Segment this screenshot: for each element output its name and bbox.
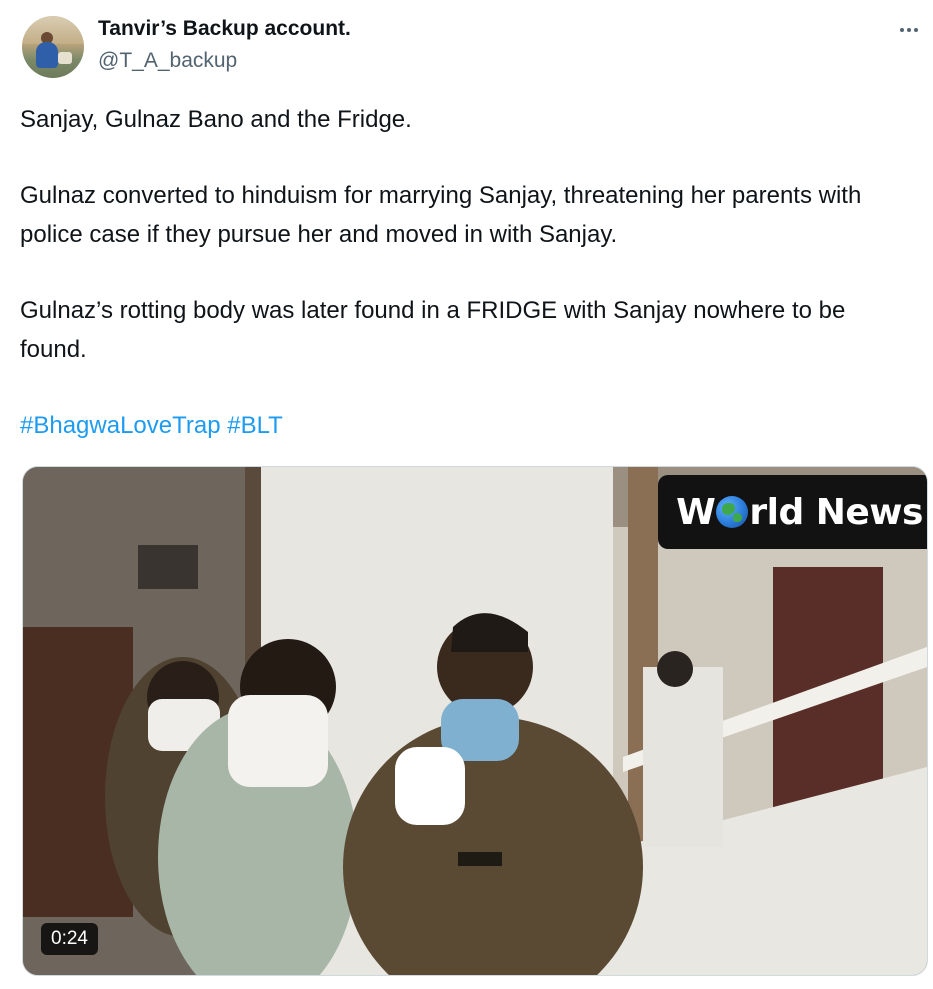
avatar-person-body <box>36 42 58 68</box>
tweet-paragraph: Gulnaz converted to hinduism for marryin… <box>20 182 862 248</box>
watermark-text-prefix: W <box>676 491 716 533</box>
author-avatar[interactable] <box>22 16 84 78</box>
tweet-paragraph: Sanjay, Gulnaz Bano and the Fridge. <box>20 106 412 133</box>
globe-icon <box>716 496 749 528</box>
video-player[interactable]: Wrld News 0:24 <box>22 466 928 976</box>
avatar-sky <box>22 16 84 44</box>
hashtag-link[interactable]: #BLT <box>227 412 283 439</box>
tweet-card: Tanvir’s Backup account. @T_A_backup San… <box>0 0 933 989</box>
avatar-bag <box>58 52 72 64</box>
more-horizontal-icon <box>900 28 918 32</box>
more-options-button[interactable] <box>895 16 923 44</box>
watermark-badge: Wrld News <box>658 475 927 549</box>
tweet-paragraph: Gulnaz’s rotting body was later found in… <box>20 297 846 363</box>
tweet-text: Sanjay, Gulnaz Bano and the Fridge. Guln… <box>20 100 915 445</box>
hashtag-link[interactable]: #BhagwaLoveTrap <box>20 412 221 439</box>
author-display-name[interactable]: Tanvir’s Backup account. <box>98 17 351 41</box>
tweet-hashtags: #BhagwaLoveTrap #BLT <box>20 406 915 445</box>
author-handle[interactable]: @T_A_backup <box>98 49 237 73</box>
video-duration: 0:24 <box>41 923 98 955</box>
watermark-text-suffix: rld News <box>749 491 923 533</box>
